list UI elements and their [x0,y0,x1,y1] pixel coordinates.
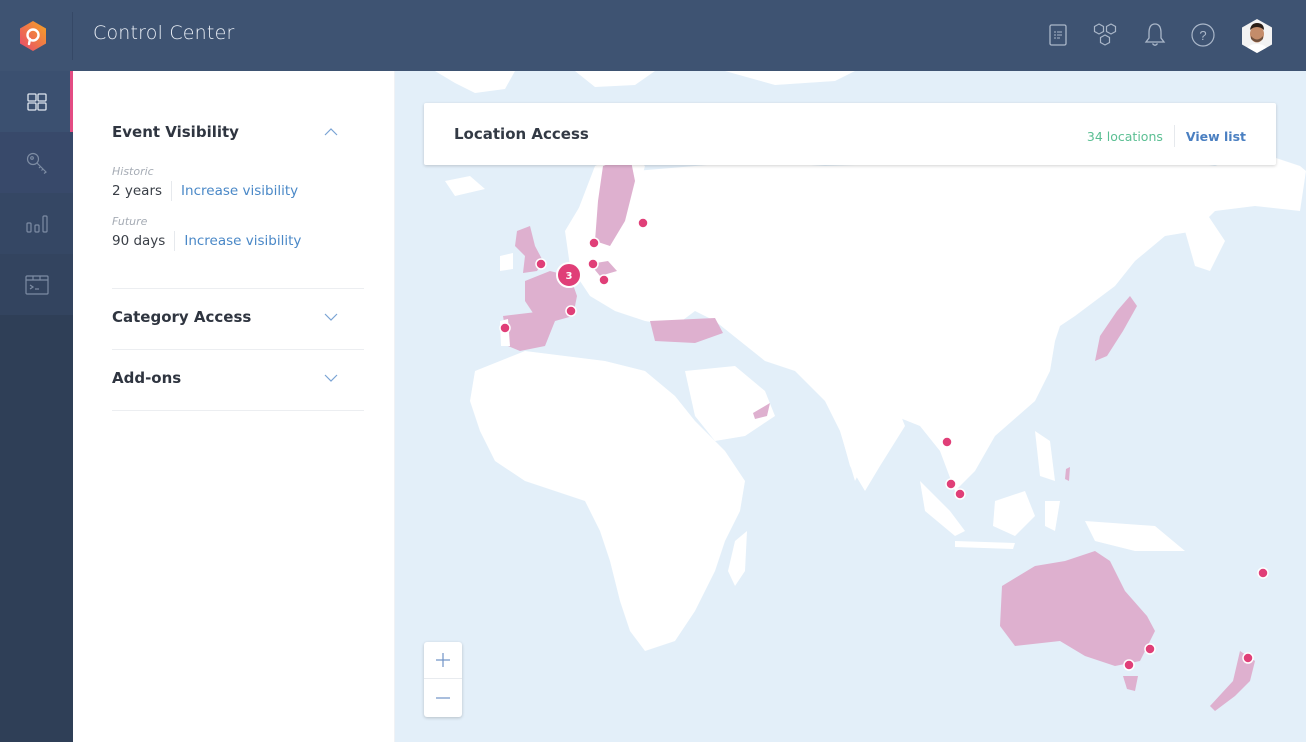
region-australia [1000,551,1155,666]
land-new-guinea [1085,521,1185,551]
card-divider [1173,125,1175,147]
land-arctic [435,71,515,93]
location-marker[interactable] [941,436,953,448]
location-marker[interactable] [565,305,577,317]
location-access-card: Location Access 34 locations View list [424,103,1276,165]
terminal-icon [24,274,49,295]
field-label: Historic [112,165,154,178]
location-marker[interactable] [598,274,610,286]
field-value: 2 years [112,183,163,199]
logo-icon[interactable] [19,21,47,51]
region-japan [1095,296,1137,361]
app-title: Control Center [93,22,235,44]
land-india [835,401,905,491]
land-borneo [993,491,1035,536]
field-future: Future 90 days Increase visibility [112,215,364,251]
land-java [955,541,1015,549]
cluster-count: 3 [566,271,573,282]
location-marker[interactable] [587,258,599,270]
map-canvas: 3 [435,71,1306,711]
bar-chart-icon [25,214,48,233]
divider [112,349,364,350]
plus-icon [436,653,450,667]
section-header-category-access[interactable]: Category Access [112,308,364,326]
field-divider [174,231,176,251]
nav-item-dashboard[interactable] [0,71,73,132]
help-icon[interactable]: ? [1190,22,1216,48]
field-label: Future [112,215,148,228]
location-marker[interactable] [637,217,649,229]
minus-icon [436,696,450,699]
land-arctic [575,71,655,87]
header-divider [72,12,73,60]
section-title: Category Access [112,308,252,326]
divider [112,288,364,289]
region-turkey [650,318,723,343]
view-list-link[interactable]: View list [1186,129,1246,144]
section-category-access: Category Access [112,308,364,326]
section-title: Add-ons [112,369,182,387]
user-avatar[interactable] [1241,19,1273,53]
divider [112,410,364,411]
field-value: 90 days [112,233,166,249]
grid-icon [26,92,47,111]
left-nav [0,71,73,742]
region-spain [503,311,555,351]
region-ireland [500,253,513,271]
field-divider [171,181,173,201]
nav-item-keys[interactable] [0,132,73,193]
locations-count: 34 locations [1086,128,1163,144]
card-title: Location Access [454,125,589,143]
location-marker[interactable] [1123,659,1135,671]
chevron-up-icon[interactable] [324,128,338,136]
section-add-ons: Add-ons [112,369,364,387]
section-header-event-visibility[interactable]: Event Visibility [112,123,364,141]
field-historic: Historic 2 years Increase visibility [112,165,364,201]
region-taiwan [1065,467,1070,481]
chevron-down-icon[interactable] [324,313,338,321]
land-arctic [725,71,855,85]
location-marker[interactable] [499,322,511,334]
location-marker[interactable] [945,478,957,490]
section-title: Event Visibility [112,123,239,141]
nav-item-analytics[interactable] [0,193,73,254]
zoom-control [424,642,462,717]
document-icon[interactable] [1045,22,1071,48]
location-marker[interactable] [1257,567,1269,579]
hexagons-icon[interactable] [1092,22,1118,48]
bell-icon[interactable] [1142,22,1168,48]
land-sulawesi [1045,501,1060,531]
section-header-add-ons[interactable]: Add-ons [112,369,364,387]
increase-visibility-link[interactable]: Increase visibility [184,233,301,249]
location-marker[interactable] [1144,643,1156,655]
settings-panel: Event Visibility Historic 2 years Increa… [73,71,395,742]
world-map[interactable]: 3 Location Access 34 locations View list [395,71,1306,742]
region-tasmania [1123,676,1138,691]
key-icon [26,152,47,174]
location-marker[interactable] [535,258,547,270]
nav-item-console[interactable] [0,254,73,315]
top-bar: Control Center ? [0,0,1306,71]
section-event-visibility: Event Visibility Historic 2 years Increa… [112,123,364,251]
svg-text:?: ? [1199,28,1206,43]
location-marker[interactable] [1242,652,1254,664]
land-philippines [1035,431,1055,481]
chevron-down-icon[interactable] [324,374,338,382]
location-marker[interactable] [588,237,600,249]
zoom-in-button[interactable] [424,642,462,679]
land-arctic [445,176,485,196]
increase-visibility-link[interactable]: Increase visibility [181,183,298,199]
zoom-out-button[interactable] [424,679,462,716]
location-marker[interactable] [954,488,966,500]
land-madagascar [728,531,747,586]
